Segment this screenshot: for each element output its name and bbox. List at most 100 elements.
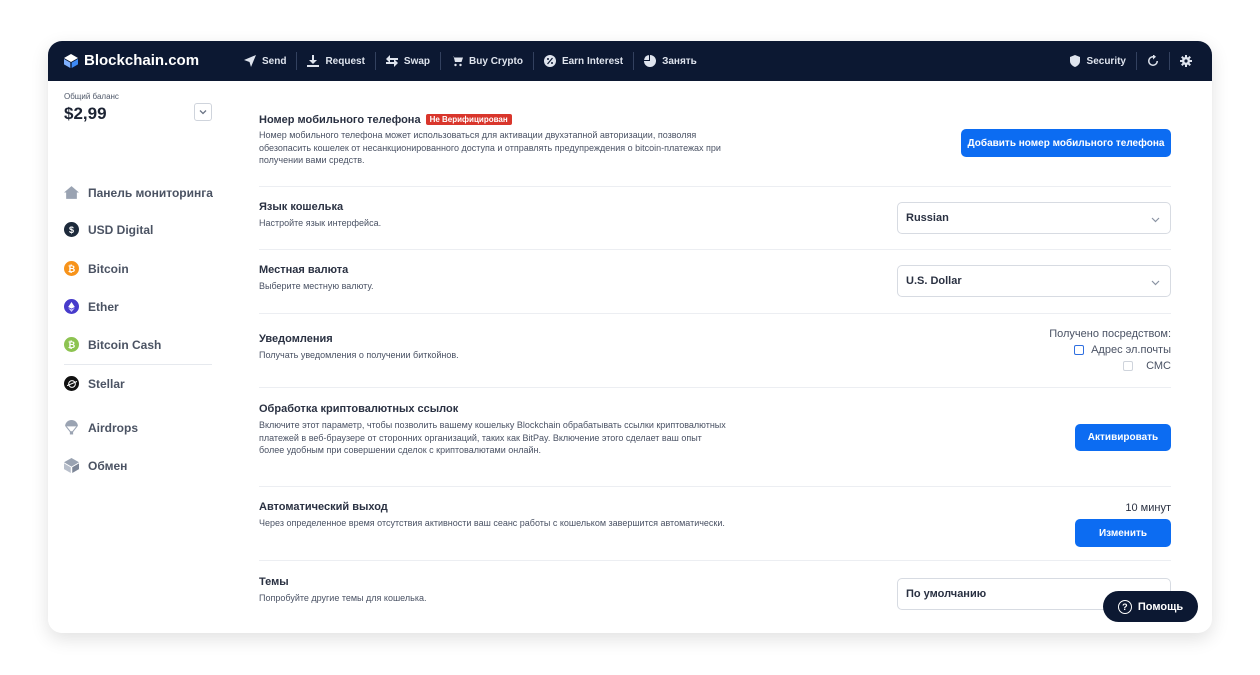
sidebar-item-label: Bitcoin: [88, 261, 129, 276]
gear-icon: [1180, 55, 1192, 67]
sidebar-item-bitcoin-cash[interactable]: ₿ Bitcoin Cash: [64, 337, 161, 352]
setting-auto-logout: Автоматический выход Через определенное …: [259, 487, 1171, 561]
sidebar-divider: [64, 364, 212, 365]
phone-title-wrap: Номер мобильного телефона Не Верифицирова…: [259, 114, 512, 126]
nav-earn-interest[interactable]: Earn Interest: [534, 52, 635, 70]
currency-title: Местная валюта: [259, 264, 349, 276]
sidebar-item-exchange[interactable]: Обмен: [64, 458, 127, 473]
brand-logo[interactable]: Blockchain.com: [64, 52, 199, 69]
auto-logout-value: 10 минут: [1125, 502, 1171, 514]
top-navbar: Blockchain.com Send Request Swap Buy Cry…: [48, 41, 1212, 81]
email-option: Адрес эл.почты: [1049, 344, 1171, 356]
setting-currency: Местная валюта Выберите местную валюту. …: [259, 250, 1171, 314]
crypto-links-description: Включите этот параметр, чтобы позволить …: [259, 420, 726, 455]
usd-digital-icon: $: [64, 222, 79, 237]
sidebar-item-stellar[interactable]: Stellar: [64, 376, 125, 391]
sidebar-item-airdrops[interactable]: Airdrops: [64, 420, 138, 435]
add-phone-button[interactable]: Добавить номер мобильного телефона: [961, 129, 1171, 157]
help-label: Помощь: [1137, 600, 1184, 613]
security-button[interactable]: Security: [1059, 52, 1137, 70]
currency-select[interactable]: U.S. Dollar: [897, 265, 1171, 297]
sidebar-item-usd-digital[interactable]: $ USD Digital: [64, 222, 153, 237]
sidebar-item-dashboard[interactable]: Панель мониторинга: [64, 185, 213, 200]
nav-request[interactable]: Request: [297, 52, 376, 70]
percent-icon: [543, 55, 556, 67]
sidebar-item-label: Обмен: [88, 458, 128, 473]
blockchain-logo-icon: [64, 53, 78, 68]
cart-icon: [451, 56, 464, 67]
sidebar-item-bitcoin[interactable]: ₿ Bitcoin: [64, 261, 129, 276]
language-select[interactable]: Russian: [897, 202, 1171, 234]
balance-dropdown-toggle[interactable]: [194, 103, 212, 121]
auto-logout-title: Автоматический выход: [259, 501, 388, 513]
unverified-badge: Не Верифицирован: [425, 114, 512, 125]
main-nav: Send Request Swap Buy Crypto Earn Intere…: [234, 41, 707, 81]
nav-swap[interactable]: Swap: [376, 52, 442, 70]
phone-description: Номер мобильного телефона может использо…: [259, 130, 721, 165]
top-right-tools: Security: [1059, 41, 1202, 81]
sidebar-item-label: Stellar: [88, 376, 125, 391]
stellar-icon: [64, 376, 79, 391]
send-icon: [244, 55, 256, 67]
app-window: Blockchain.com Send Request Swap Buy Cry…: [48, 41, 1212, 633]
shield-icon: [1069, 55, 1080, 67]
theme-select-value: По умолчанию: [906, 588, 987, 600]
chevron-down-icon: [1151, 280, 1160, 286]
question-icon: ?: [1117, 599, 1132, 614]
swap-icon: [385, 55, 398, 67]
total-balance-value: $2,99: [64, 104, 107, 123]
refresh-icon: [1148, 55, 1158, 66]
chevron-down-icon: [199, 110, 207, 115]
help-button[interactable]: ? Помощь: [1103, 591, 1198, 622]
chevron-down-icon: [1151, 217, 1160, 223]
bitcoin-cash-icon: ₿: [64, 337, 79, 352]
nav-send[interactable]: Send: [234, 52, 298, 70]
ether-icon: [64, 299, 79, 314]
nav-buy-crypto-label: Buy Crypto: [469, 55, 523, 67]
nav-borrow-label: Занять: [662, 55, 697, 67]
setting-notifications: Уведомления Получать уведомления о получ…: [259, 314, 1171, 388]
sms-option: СМС: [1049, 360, 1171, 372]
settings-button[interactable]: [1170, 52, 1202, 70]
refresh-button[interactable]: [1137, 52, 1170, 70]
airdrops-icon: [65, 420, 78, 435]
nav-request-label: Request: [325, 55, 365, 67]
setting-phone: Номер мобильного телефона Не Верифицирова…: [259, 81, 1171, 187]
currency-select-value: U.S. Dollar: [906, 275, 962, 287]
security-label: Security: [1086, 55, 1126, 67]
email-checkbox[interactable]: [1074, 345, 1085, 355]
sidebar-item-label: Панель мониторинга: [88, 185, 213, 200]
bitcoin-icon: ₿: [64, 261, 79, 276]
sidebar-item-label: Ether: [88, 299, 119, 314]
theme-description: Попробуйте другие темы для кошелька.: [259, 593, 427, 603]
setting-crypto-links: Обработка криптовалютных ссылок Включите…: [259, 388, 1171, 487]
notification-channels: Получено посредством: Адрес эл.почты СМС: [1049, 328, 1171, 372]
settings-panel: Номер мобильного телефона Не Верифицирова…: [259, 81, 1171, 633]
brand-name: Blockchain.com: [84, 52, 200, 69]
setting-language: Язык кошелька Настройте язык интерфейса.…: [259, 187, 1171, 250]
sidebar-item-ether[interactable]: Ether: [64, 299, 119, 314]
received-via-label: Получено посредством:: [1049, 328, 1171, 340]
nav-buy-crypto[interactable]: Buy Crypto: [441, 52, 534, 70]
email-label: Адрес эл.почты: [1091, 344, 1171, 356]
sms-label: СМС: [1146, 360, 1171, 372]
exchange-icon: [64, 458, 79, 473]
language-description: Настройте язык интерфейса.: [259, 218, 382, 228]
total-balance-label: Общий баланс: [64, 92, 119, 101]
auto-logout-description: Через определенное время отсутствия акти…: [259, 518, 725, 528]
sidebar-item-label: Airdrops: [88, 420, 139, 435]
language-title: Язык кошелька: [259, 201, 344, 213]
sidebar: Общий баланс $2,99 Панель мониторинга $ …: [48, 81, 224, 633]
theme-title: Темы: [259, 576, 289, 588]
nav-earn-interest-label: Earn Interest: [561, 55, 624, 67]
sms-checkbox[interactable]: [1123, 361, 1134, 371]
activate-button[interactable]: Активировать: [1075, 424, 1171, 451]
home-icon: [64, 186, 79, 199]
phone-title: Номер мобильного телефона: [259, 114, 421, 126]
crypto-links-title: Обработка криптовалютных ссылок: [259, 403, 459, 415]
download-icon: [307, 55, 320, 67]
change-button[interactable]: Изменить: [1075, 519, 1171, 547]
nav-borrow[interactable]: Занять: [634, 52, 707, 70]
setting-theme: Темы Попробуйте другие темы для кошелька…: [259, 561, 1171, 633]
sidebar-item-label: Bitcoin Cash: [88, 337, 162, 352]
